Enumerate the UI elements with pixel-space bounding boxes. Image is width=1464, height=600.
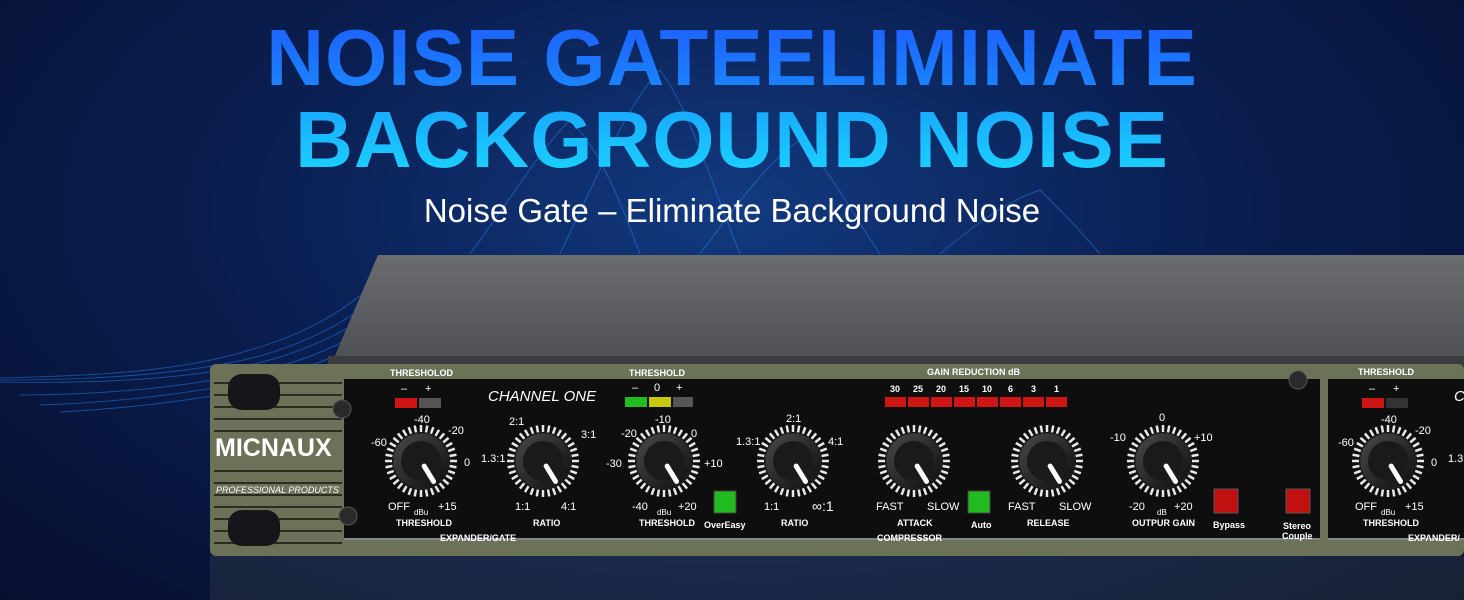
- product-banner: NOISE GATEELIMINATE BACKGROUND NOISE Noi…: [0, 0, 1464, 600]
- channel-two-threshold-scale: -60: [1338, 437, 1354, 449]
- output-gain-scale: -20: [1129, 501, 1145, 513]
- expander-threshold-scale: -60: [371, 437, 387, 449]
- compressor-ratio-scale: 4:1: [828, 436, 844, 448]
- compressor-ratio-scale: 1.3:1: [736, 436, 761, 448]
- compressor-threshold-scale: +10: [704, 458, 723, 470]
- channel-two-label-partial: C: [1454, 388, 1464, 405]
- output-gain-scale: 0: [1159, 412, 1166, 424]
- compressor-led-plus: +: [676, 382, 683, 394]
- stereo-couple-label-2: Couple: [1282, 531, 1313, 541]
- compressor-ratio-label: RATIO: [781, 518, 809, 528]
- channel-two-section-label: EXPANDER/: [1408, 533, 1460, 543]
- rack-ear-slot-top: [228, 374, 280, 410]
- expander-threshold-scale: -20: [448, 425, 464, 437]
- screw-bottom-left: [338, 506, 358, 526]
- compressor-section-label: COMPRESSOR: [877, 533, 943, 543]
- channel-two-ratio-partial: 1.3: [1448, 453, 1464, 465]
- compressor-led-title: THRESHOLD: [629, 368, 685, 378]
- gain-reduction-step: 3: [1031, 384, 1037, 394]
- output-gain-unit: dB: [1157, 508, 1167, 517]
- release-fast-label: FAST: [1008, 501, 1036, 513]
- expander-ratio-scale: 1:1: [515, 501, 531, 513]
- compressor-ratio-scale: 1:1: [764, 501, 780, 513]
- channel-two-led-minus: –: [1369, 383, 1376, 395]
- channel-two-threshold-scale: -40: [1381, 414, 1397, 426]
- channel-two-threshold-unit: dBu: [1381, 508, 1396, 517]
- output-gain-label: OUTPUR GAIN: [1132, 518, 1195, 528]
- compressor-led-zero: 0: [654, 382, 661, 394]
- expander-threshold-label: THRESHOLD: [396, 518, 452, 528]
- expander-ratio-scale: 3:1: [581, 429, 597, 441]
- compressor-threshold-scale: -30: [606, 458, 622, 470]
- attack-slow-label: SLOW: [927, 501, 960, 513]
- overeasy-label: OverEasy: [704, 520, 746, 530]
- channel-two-threshold-scale: -20: [1415, 425, 1431, 437]
- bypass-label: Bypass: [1213, 520, 1246, 530]
- attack-label: ATTACK: [897, 518, 933, 528]
- expander-threshold-scale: +15: [438, 501, 457, 513]
- expander-led-title: THRESHOLOD: [390, 368, 453, 378]
- expander-ratio-scale: 2:1: [509, 416, 525, 428]
- expander-threshold-scale: 0: [464, 457, 471, 469]
- channel-two-threshold-label: THRESHOLD: [1363, 518, 1419, 528]
- auto-button[interactable]: [967, 490, 991, 514]
- expander-ratio-label: RATIO: [533, 518, 561, 528]
- expander-led-minus: –: [401, 383, 408, 395]
- expander-threshold-unit: dBu: [414, 508, 429, 517]
- auto-label: Auto: [971, 520, 992, 530]
- overeasy-button[interactable]: [713, 490, 737, 514]
- gain-reduction-step: 6: [1008, 384, 1014, 394]
- screw-top-left: [332, 399, 352, 419]
- brand-tagline: PROFESSIONAL PRODUCTS: [216, 485, 339, 495]
- compressor-threshold-leds: [625, 397, 693, 407]
- compressor-ratio-scale: ∞:1: [812, 498, 834, 514]
- gain-reduction-title: GAIN REDUCTION dB: [927, 367, 1020, 377]
- release-slow-label: SLOW: [1059, 501, 1092, 513]
- channel-two-threshold-scale: OFF: [1355, 501, 1377, 513]
- rack-ear-slot-bottom: [228, 510, 280, 546]
- stereo-couple-button[interactable]: [1285, 488, 1311, 514]
- subtitle: Noise Gate – Eliminate Background Noise: [423, 192, 1041, 229]
- expander-threshold-scale: -40: [414, 414, 430, 426]
- channel-two-threshold-scale: +15: [1405, 501, 1424, 513]
- gain-reduction-step: 15: [959, 384, 970, 394]
- gain-reduction-step: 10: [982, 384, 993, 394]
- output-gain-scale: +10: [1194, 432, 1213, 444]
- compressor-threshold-label: THRESHOLD: [639, 518, 695, 528]
- attack-fast-label: FAST: [876, 501, 904, 513]
- screw-channel-two: [1288, 370, 1308, 390]
- expander-led-plus: +: [425, 383, 432, 395]
- channel-two-led-plus: +: [1393, 383, 1400, 395]
- brand-name: MICNAUX: [215, 434, 332, 462]
- compressor-ratio-scale: 2:1: [786, 413, 802, 425]
- stereo-couple-label-1: Stereo: [1283, 521, 1312, 531]
- headline-line-2: BACKGROUND NOISE: [0, 96, 1464, 184]
- release-label: RELEASE: [1027, 518, 1070, 528]
- gain-reduction-step: 30: [890, 384, 901, 394]
- panel-reflection: [210, 556, 1464, 600]
- headline-line-1: NOISE GATEELIMINATE: [0, 14, 1464, 102]
- gain-reduction-step: 1: [1054, 384, 1060, 394]
- channel-two-led-title: THRESHOLD: [1358, 367, 1414, 377]
- channel-two-threshold-scale: 0: [1431, 457, 1438, 469]
- compressor-threshold-scale: +20: [678, 501, 697, 513]
- compressor-threshold-scale: -20: [621, 428, 637, 440]
- bypass-button[interactable]: [1213, 488, 1239, 514]
- compressor-led-minus: –: [632, 382, 639, 394]
- compressor-threshold-scale: -10: [655, 414, 671, 426]
- compressor-threshold-unit: dBu: [657, 508, 672, 517]
- expander-section-label: EXPANDER/GATE: [440, 533, 517, 543]
- compressor-threshold-scale: 0: [691, 428, 698, 440]
- expander-threshold-scale: OFF: [388, 501, 410, 513]
- gain-reduction-step: 25: [913, 384, 924, 394]
- output-gain-scale: +20: [1174, 501, 1193, 513]
- channel-label: CHANNEL ONE: [488, 388, 597, 405]
- output-gain-scale: -10: [1110, 432, 1126, 444]
- rack-top-surface: [328, 255, 1464, 372]
- expander-ratio-scale: 4:1: [561, 501, 577, 513]
- compressor-threshold-scale: -40: [632, 501, 648, 513]
- expander-ratio-scale: 1.3:1: [481, 453, 506, 465]
- gain-reduction-step: 20: [936, 384, 947, 394]
